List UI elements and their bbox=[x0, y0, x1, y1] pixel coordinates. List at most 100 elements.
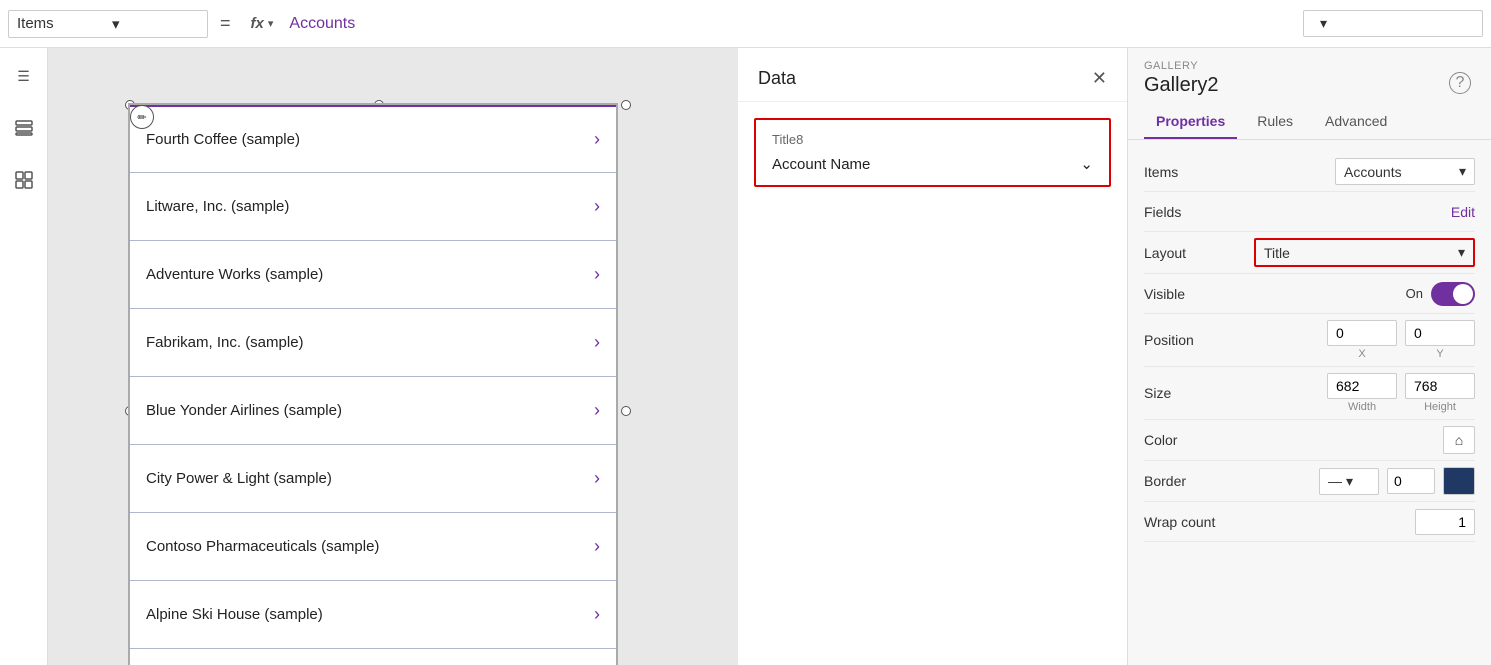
gallery-item-1[interactable]: Litware, Inc. (sample) › bbox=[130, 173, 616, 241]
gallery-item-4[interactable]: Blue Yonder Airlines (sample) › bbox=[130, 377, 616, 445]
size-width-input[interactable] bbox=[1327, 373, 1397, 399]
data-panel-title: Data bbox=[758, 68, 796, 89]
gallery-item-7[interactable]: Alpine Ski House (sample) › bbox=[130, 581, 616, 649]
items-dropdown[interactable]: Items ▾ bbox=[8, 10, 208, 38]
border-prop-value: — ▾ bbox=[1254, 467, 1475, 495]
handle-tr[interactable] bbox=[621, 100, 631, 110]
top-bar-right-dropdown[interactable]: ▾ bbox=[1303, 10, 1483, 37]
formula-value: Accounts bbox=[289, 15, 355, 33]
gallery-item-6[interactable]: Contoso Pharmaceuticals (sample) › bbox=[130, 513, 616, 581]
layout-prop-label: Layout bbox=[1144, 245, 1254, 261]
props-row-wrap-count: Wrap count bbox=[1144, 502, 1475, 542]
size-prop-label: Size bbox=[1144, 385, 1254, 401]
width-label: Width bbox=[1348, 401, 1376, 413]
help-icon[interactable]: ? bbox=[1449, 72, 1471, 94]
border-controls: — ▾ bbox=[1319, 467, 1475, 495]
layers-icon[interactable] bbox=[8, 112, 40, 144]
tab-properties[interactable]: Properties bbox=[1144, 105, 1237, 139]
props-body: Items Accounts ▾ Fields Edit Layout bbox=[1128, 140, 1491, 554]
gallery-item-text-4: Blue Yonder Airlines (sample) bbox=[146, 402, 594, 419]
tab-advanced[interactable]: Advanced bbox=[1313, 105, 1399, 139]
position-y-group: Y bbox=[1405, 320, 1475, 360]
props-row-position: Position X Y bbox=[1144, 314, 1475, 367]
size-width-group: Width bbox=[1327, 373, 1397, 413]
color-prop-label: Color bbox=[1144, 432, 1254, 448]
wrap-count-value bbox=[1254, 509, 1475, 535]
position-prop-value: X Y bbox=[1254, 320, 1475, 360]
gallery-item-text-1: Litware, Inc. (sample) bbox=[146, 198, 594, 215]
gallery-item-3[interactable]: Fabrikam, Inc. (sample) › bbox=[130, 309, 616, 377]
grid-icon[interactable] bbox=[8, 164, 40, 196]
gallery-type-label: GALLERY bbox=[1144, 60, 1218, 72]
gallery-chevron-4: › bbox=[594, 400, 600, 421]
hamburger-icon[interactable]: ☰ bbox=[8, 60, 40, 92]
gallery-item-text-6: Contoso Pharmaceuticals (sample) bbox=[146, 538, 594, 555]
gallery-item-2[interactable]: Adventure Works (sample) › bbox=[130, 241, 616, 309]
border-style-dropdown[interactable]: — ▾ bbox=[1319, 468, 1379, 495]
main-content: ☰ ✏ bbox=[0, 48, 1491, 665]
wrap-count-label: Wrap count bbox=[1144, 514, 1254, 530]
height-label: Height bbox=[1424, 401, 1456, 413]
gallery-name: Gallery2 bbox=[1144, 74, 1218, 97]
border-color-swatch[interactable] bbox=[1443, 467, 1475, 495]
gallery-item-text-0: Fourth Coffee (sample) bbox=[146, 131, 594, 148]
gallery-chevron-3: › bbox=[594, 332, 600, 353]
position-x-input[interactable] bbox=[1327, 320, 1397, 346]
props-row-items: Items Accounts ▾ bbox=[1144, 152, 1475, 192]
fx-label: fx bbox=[251, 15, 264, 32]
gallery-widget: Fourth Coffee (sample) › Litware, Inc. (… bbox=[128, 103, 618, 665]
fields-edit-link[interactable]: Edit bbox=[1451, 204, 1475, 220]
layout-dropdown-box[interactable]: Title ▾ bbox=[1254, 238, 1475, 267]
visible-prop-label: Visible bbox=[1144, 286, 1254, 302]
y-label: Y bbox=[1436, 348, 1443, 360]
data-field-dropdown[interactable]: Account Name ⌄ bbox=[772, 155, 1093, 173]
size-prop-value: Width Height bbox=[1254, 373, 1475, 413]
pencil-icon: ✏ bbox=[137, 111, 146, 124]
items-dropdown-prop[interactable]: Accounts ▾ bbox=[1335, 158, 1475, 185]
gallery-chevron-1: › bbox=[594, 196, 600, 217]
props-row-border: Border — ▾ bbox=[1144, 461, 1475, 502]
data-field-box: Title8 Account Name ⌄ bbox=[754, 118, 1111, 187]
data-panel-header: Data ✕ bbox=[738, 48, 1127, 102]
items-dropdown-arrow: ▾ bbox=[112, 15, 199, 33]
props-row-size: Size Width Height bbox=[1144, 367, 1475, 420]
sidebar-icons: ☰ bbox=[0, 48, 48, 665]
position-x-group: X bbox=[1327, 320, 1397, 360]
items-label: Items bbox=[17, 15, 104, 32]
items-prop-label: Items bbox=[1144, 164, 1254, 180]
visible-toggle[interactable] bbox=[1431, 282, 1475, 306]
fx-arrow: ▾ bbox=[268, 17, 274, 30]
tab-rules[interactable]: Rules bbox=[1245, 105, 1305, 139]
props-header: GALLERY Gallery2 ? bbox=[1128, 48, 1491, 105]
gallery-chevron-2: › bbox=[594, 264, 600, 285]
toggle-knob bbox=[1453, 284, 1473, 304]
gallery-item-5[interactable]: City Power & Light (sample) › bbox=[130, 445, 616, 513]
edit-icon-overlay[interactable]: ✏ bbox=[130, 105, 154, 129]
data-panel: Data ✕ Title8 Account Name ⌄ bbox=[738, 48, 1128, 665]
fx-button[interactable]: fx ▾ bbox=[243, 11, 282, 36]
position-y-input[interactable] bbox=[1405, 320, 1475, 346]
data-panel-close[interactable]: ✕ bbox=[1092, 68, 1107, 89]
border-width-input[interactable] bbox=[1387, 468, 1435, 494]
handle-mr[interactable] bbox=[621, 406, 631, 416]
gallery-chevron-6: › bbox=[594, 536, 600, 557]
wrap-count-input[interactable] bbox=[1415, 509, 1475, 535]
border-line: — bbox=[1328, 473, 1342, 489]
layout-dropdown[interactable]: Title ▾ bbox=[1256, 240, 1473, 265]
size-height-input[interactable] bbox=[1405, 373, 1475, 399]
gallery-item-0[interactable]: Fourth Coffee (sample) › bbox=[130, 105, 616, 173]
gallery-item-text-3: Fabrikam, Inc. (sample) bbox=[146, 334, 594, 351]
items-prop-value: Accounts ▾ bbox=[1254, 158, 1475, 185]
gallery-chevron-7: › bbox=[594, 604, 600, 625]
props-row-fields: Fields Edit bbox=[1144, 192, 1475, 232]
layout-prop-value: Title ▾ bbox=[1254, 238, 1475, 267]
canvas-area: ✏ Fourth Coffee (sample) › Litware, Inc.… bbox=[48, 48, 738, 665]
color-swatch[interactable]: ⌂ bbox=[1443, 426, 1475, 454]
items-dropdown-caret: ▾ bbox=[1459, 163, 1466, 180]
properties-panel: GALLERY Gallery2 ? Properties Rules Adva… bbox=[1128, 48, 1491, 665]
gallery-item-text-2: Adventure Works (sample) bbox=[146, 266, 594, 283]
layout-caret: ▾ bbox=[1458, 244, 1465, 261]
fields-prop-value: Edit bbox=[1254, 204, 1475, 220]
data-field-value: Account Name bbox=[772, 156, 870, 173]
props-tabs: Properties Rules Advanced bbox=[1128, 105, 1491, 140]
